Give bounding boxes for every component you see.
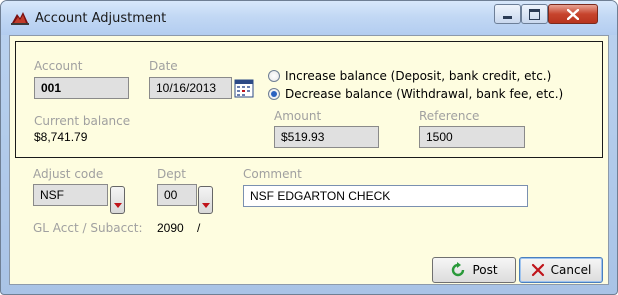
app-icon: [11, 11, 29, 25]
radio-checked-icon: [268, 88, 280, 100]
cancel-x-icon: [531, 263, 544, 277]
cancel-button[interactable]: Cancel: [519, 257, 603, 283]
gl-subacct-separator: /: [197, 221, 201, 235]
date-label: Date: [149, 59, 178, 73]
date-field[interactable]: 10/16/2013: [149, 77, 232, 99]
maximize-icon: [529, 8, 540, 20]
increase-balance-radio[interactable]: Increase balance (Deposit, bank credit, …: [268, 69, 551, 83]
dept-label: Dept: [157, 167, 186, 181]
minimize-icon: [503, 15, 512, 19]
adjust-code-dropdown-button[interactable]: [110, 186, 125, 214]
account-adjustment-window: Account Adjustment Account 001 Date 10/1…: [0, 0, 618, 295]
reference-label: Reference: [419, 109, 480, 123]
radio-unchecked-icon: [268, 70, 280, 82]
dept-dropdown-button[interactable]: [198, 186, 213, 214]
account-field[interactable]: 001: [34, 77, 129, 99]
balance-group-box: Account 001 Date 10/16/2013 Increase bal…: [15, 41, 603, 158]
increase-balance-label: Increase balance (Deposit, bank credit, …: [285, 69, 552, 83]
window-title: Account Adjustment: [35, 11, 167, 26]
calendar-button[interactable]: [234, 78, 254, 98]
title-bar[interactable]: Account Adjustment: [1, 1, 617, 35]
gl-acct-label: GL Acct / Subacct:: [33, 221, 143, 235]
dept-field[interactable]: 00: [157, 184, 197, 206]
post-button[interactable]: Post: [432, 257, 516, 283]
gl-acct-value: 2090: [157, 221, 184, 235]
adjust-code-field[interactable]: NSF: [33, 184, 108, 206]
post-button-label: Post: [472, 263, 498, 277]
calendar-icon: [234, 79, 254, 98]
account-label: Account: [34, 59, 83, 73]
amount-field[interactable]: $519.93: [274, 126, 379, 148]
adjust-code-label: Adjust code: [33, 167, 104, 181]
close-button[interactable]: [548, 4, 598, 24]
decrease-balance-label: Decrease balance (Withdrawal, bank fee, …: [285, 87, 564, 101]
refresh-icon: [452, 262, 465, 277]
cancel-button-label: Cancel: [550, 263, 592, 277]
amount-label: Amount: [274, 109, 322, 123]
current-balance-label: Current balance: [34, 114, 131, 128]
current-balance-value: $8,741.79: [34, 130, 88, 144]
minimize-button[interactable]: [494, 4, 521, 24]
maximize-button[interactable]: [521, 4, 548, 24]
decrease-balance-radio[interactable]: Decrease balance (Withdrawal, bank fee, …: [268, 87, 563, 101]
close-icon: [567, 8, 579, 20]
comment-field[interactable]: NSF EDGARTON CHECK: [243, 185, 528, 207]
comment-label: Comment: [243, 167, 302, 181]
dialog-client-area: Account 001 Date 10/16/2013 Increase bal…: [9, 35, 609, 285]
reference-field[interactable]: 1500: [419, 126, 525, 148]
